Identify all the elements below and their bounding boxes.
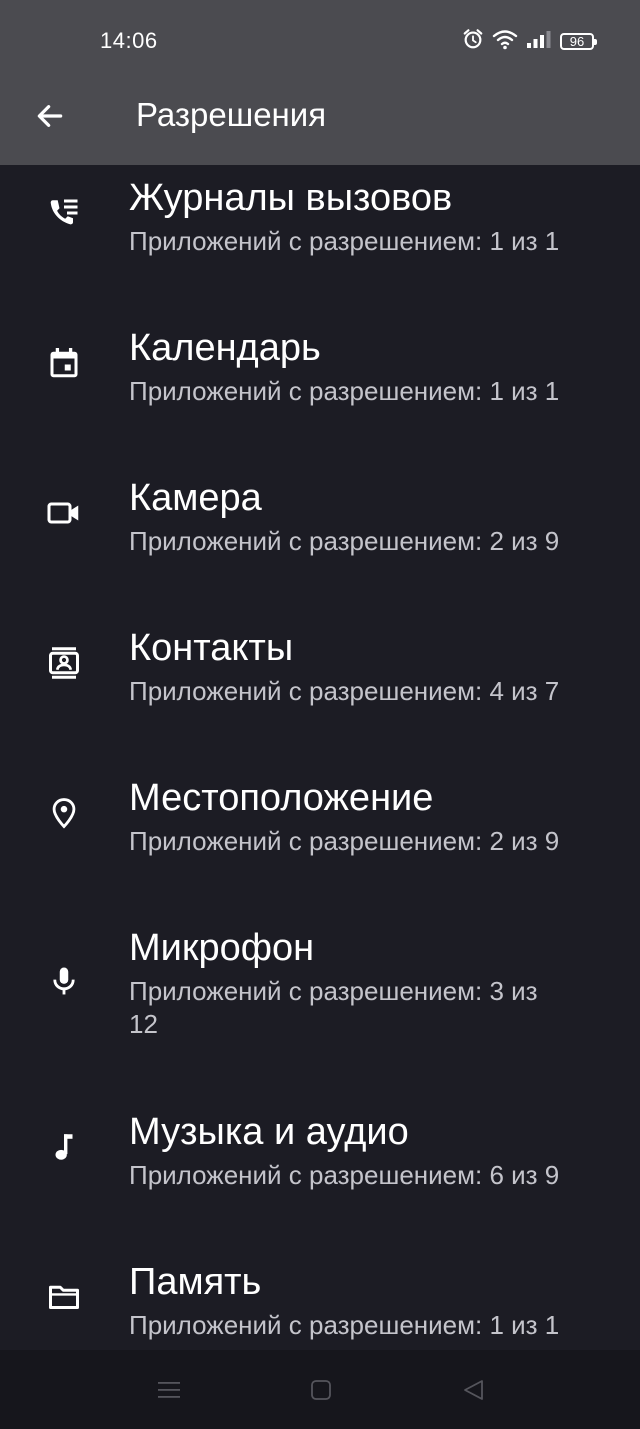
permission-summary: Приложений с разрешением: 1 из 1: [129, 226, 560, 256]
permission-summary: Приложений с разрешением: 6 из 9: [129, 1160, 560, 1190]
permission-title: Камера: [129, 477, 262, 519]
permission-title: Память: [129, 1261, 262, 1303]
screen: 14:06 96 Разрешения Журналы вызовов Прил…: [0, 0, 640, 1429]
signal-icon: [526, 29, 552, 54]
calendar-icon: [40, 339, 88, 387]
permission-title: Календарь: [129, 327, 321, 369]
permission-summary: Приложений с разрешением: 1 из 1: [129, 376, 560, 406]
home-icon: [311, 1380, 331, 1400]
permissions-list: Журналы вызовов Приложений с разрешением…: [0, 165, 640, 1350]
status-icons: 96: [462, 27, 597, 55]
recent-apps-button[interactable]: [147, 1368, 191, 1412]
system-back-button[interactable]: [452, 1368, 496, 1412]
app-bar: 14:06 96 Разрешения: [0, 0, 640, 165]
permission-summary: Приложений с разрешением: 2 из 9: [129, 526, 560, 556]
folder-icon: [40, 1273, 88, 1321]
permission-title: Журналы вызовов: [129, 177, 453, 219]
permission-title: Контакты: [129, 627, 294, 669]
battery-level: 96: [569, 33, 585, 49]
battery-icon: 96: [560, 32, 597, 50]
permission-summary: Приложений с разрешением: 4 из 7: [129, 676, 560, 706]
call-log-icon: [40, 189, 88, 237]
permission-title: Музыка и аудио: [129, 1111, 409, 1153]
back-button[interactable]: [28, 94, 72, 138]
alarm-icon: [462, 28, 484, 55]
location-icon: [40, 789, 88, 837]
system-nav-bar: [0, 1350, 640, 1429]
wifi-icon: [492, 28, 518, 55]
menu-icon: [158, 1382, 180, 1398]
permission-summary: Приложений с разрешением: 2 из 9: [129, 826, 560, 856]
back-triangle-icon: [464, 1380, 483, 1400]
music-note-icon: [40, 1123, 88, 1171]
status-time: 14:06: [100, 28, 158, 53]
permission-summary: Приложений с разрешением: 3 из 12: [129, 976, 538, 1039]
microphone-icon: [40, 957, 88, 1005]
camera-icon: [40, 489, 88, 537]
contacts-icon: [40, 639, 88, 687]
permission-title: Микрофон: [129, 927, 315, 969]
page-title: Разрешения: [136, 96, 327, 133]
arrow-back-icon: [37, 105, 63, 127]
home-button[interactable]: [299, 1368, 343, 1412]
permission-summary: Приложений с разрешением: 1 из 1: [129, 1310, 560, 1340]
permission-title: Местоположение: [129, 777, 434, 819]
